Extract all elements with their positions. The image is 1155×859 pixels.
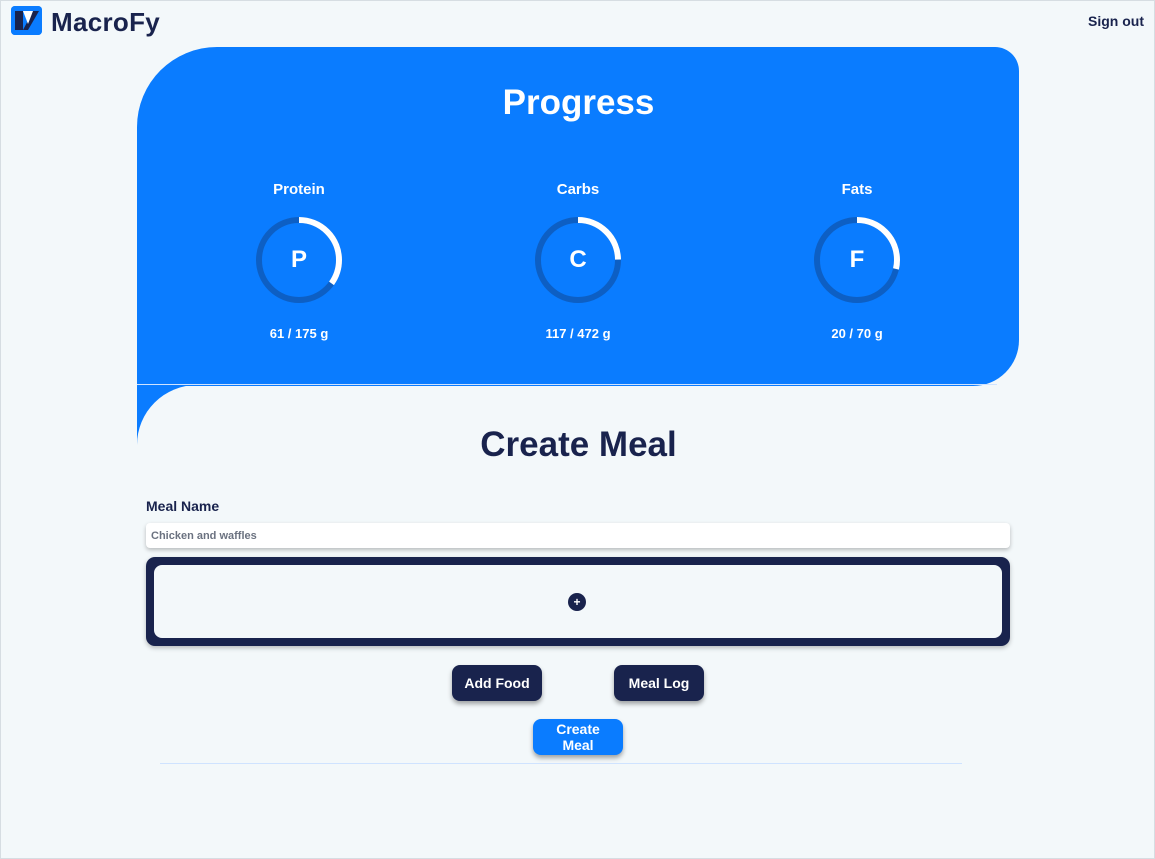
macro-carbs: Carbs C 117 / 472 g — [488, 181, 668, 341]
sign-out-link[interactable]: Sign out — [1088, 13, 1144, 29]
macro-label: Carbs — [556, 181, 600, 198]
progress-ring: F — [812, 215, 902, 305]
macro-label: Fats — [841, 181, 873, 198]
food-items-box: + — [146, 557, 1010, 646]
progress-title: Progress — [502, 83, 655, 122]
meal-name-input[interactable] — [146, 523, 1010, 548]
macro-label: Protein — [273, 181, 325, 198]
macro-fats: Fats F 20 / 70 g — [767, 181, 947, 341]
macro-letter: C — [569, 246, 587, 273]
macro-amount: 20 / 70 g — [831, 326, 883, 341]
macro-amount: 117 / 472 g — [545, 326, 611, 341]
panel-divider — [137, 384, 997, 385]
plus-circle-icon[interactable]: + — [568, 593, 586, 611]
macro-amount: 61 / 175 g — [269, 326, 329, 341]
macro-letter: P — [290, 246, 307, 273]
meal-name-label: Meal Name — [146, 498, 220, 514]
meal-log-button[interactable]: Meal Log — [614, 665, 704, 701]
app-name[interactable]: MacroFy — [51, 7, 160, 38]
add-food-button[interactable]: Add Food — [452, 665, 542, 701]
progress-ring: P — [254, 215, 344, 305]
bottom-divider — [160, 763, 962, 764]
macro-protein: Protein P 61 / 175 g — [209, 181, 389, 341]
food-items-area: + — [154, 565, 1002, 638]
macrofy-logo-icon[interactable] — [11, 6, 42, 35]
create-meal-button[interactable]: Create Meal — [533, 719, 623, 755]
progress-ring: C — [533, 215, 623, 305]
top-bar: MacroFy Sign out — [1, 1, 1154, 45]
create-meal-title: Create Meal — [480, 425, 677, 464]
macro-letter: F — [849, 246, 865, 273]
